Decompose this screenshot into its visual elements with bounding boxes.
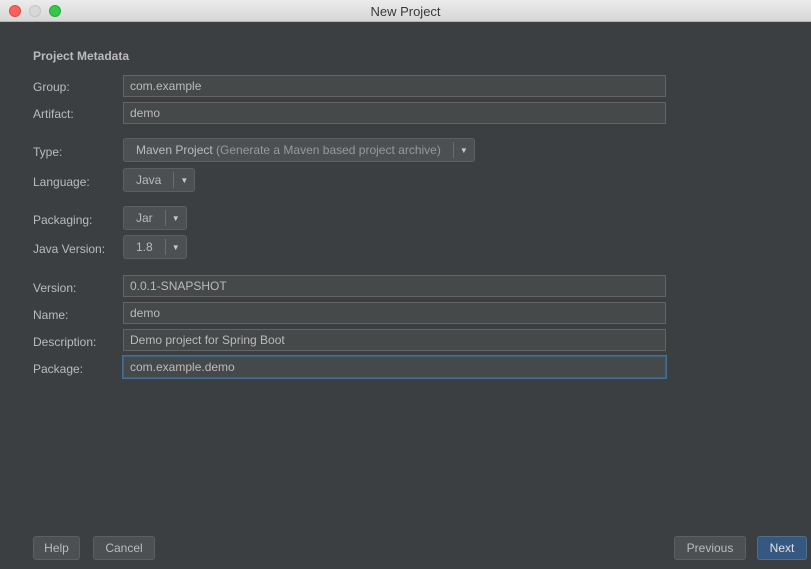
artifact-field[interactable] [123,102,666,124]
chevron-down-icon[interactable]: ▼ [454,146,474,155]
title-bar[interactable]: New Project [0,0,811,22]
type-select-text: Maven Project [136,143,213,157]
cancel-button[interactable]: Cancel [93,536,155,560]
language-select-value: Java [136,173,162,187]
chevron-down-icon[interactable]: ▼ [166,214,186,223]
version-field[interactable] [123,275,666,297]
package-label: Package: [33,362,84,376]
packaging-select[interactable]: Jar ▼ [123,206,187,230]
java-version-select-value: 1.8 [136,240,153,254]
name-field[interactable] [123,302,666,324]
packaging-select-value: Jar [136,211,153,225]
packaging-label: Packaging: [33,213,93,227]
type-select[interactable]: Maven Project (Generate a Maven based pr… [123,138,475,162]
help-button[interactable]: Help [33,536,80,560]
section-title: Project Metadata [33,49,130,63]
description-field[interactable] [123,329,666,351]
type-label: Type: [33,145,63,159]
new-project-window: New Project Project Metadata Group: Arti… [0,0,811,569]
description-label: Description: [33,335,97,349]
next-button[interactable]: Next [757,536,807,560]
window-title: New Project [370,4,441,19]
group-field[interactable] [123,75,666,97]
java-version-label: Java Version: [33,242,106,256]
type-select-value: Maven Project (Generate a Maven based pr… [124,143,453,157]
language-select[interactable]: Java ▼ [123,168,196,192]
language-label: Language: [33,175,90,189]
previous-button[interactable]: Previous [674,536,746,560]
java-version-select[interactable]: 1.8 ▼ [123,235,187,259]
version-label: Version: [33,281,77,295]
type-select-hint: (Generate a Maven based project archive) [216,143,441,157]
group-label: Group: [33,80,70,94]
package-field[interactable] [123,356,666,378]
chevron-down-icon[interactable]: ▼ [174,176,194,185]
name-label: Name: [33,308,69,322]
chevron-down-icon[interactable]: ▼ [166,243,186,252]
artifact-label: Artifact: [33,107,74,121]
